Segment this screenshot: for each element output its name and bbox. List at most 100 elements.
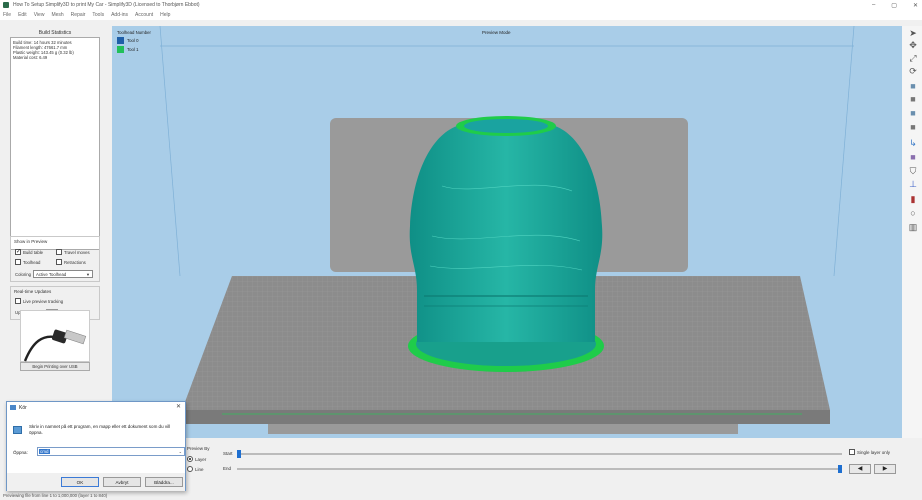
window-title: How To Setup Simplify3D to print My Car …: [13, 2, 200, 8]
scale-icon[interactable]: ⤢: [908, 53, 918, 63]
next-layer-button[interactable]: ▶: [874, 464, 896, 474]
chevron-down-icon: ▼: [86, 272, 91, 277]
bed-front-edge: [182, 410, 830, 424]
run-dialog-description: Skriv in namnet på ett program, en mapp …: [29, 424, 171, 435]
cube-icon[interactable]: ■: [908, 152, 918, 162]
preview-mode-label: Preview Mode: [482, 30, 511, 35]
toolhead-checkbox[interactable]: [15, 259, 21, 265]
end-slider-thumb[interactable]: [838, 465, 842, 473]
preview-by-title: Preview By: [187, 446, 210, 451]
retractions-checkbox[interactable]: [56, 259, 62, 265]
build-table-option[interactable]: Build table: [15, 248, 43, 255]
retractions-label: Retractions: [64, 259, 86, 265]
cursor-icon[interactable]: ➤: [908, 28, 918, 38]
build-table-checkbox[interactable]: [15, 248, 21, 255]
coloring-select[interactable]: Active Toolhead ▼: [33, 270, 94, 278]
build-statistics-title: Build Statistics: [38, 30, 72, 36]
layer-radio[interactable]: [187, 456, 193, 462]
title-bar: How To Setup Simplify3D to print My Car …: [0, 0, 922, 10]
coloring-label: Coloring: [15, 271, 32, 277]
legend-swatch: [117, 46, 124, 53]
build-statistics-box: Build time: 14 hours 32 minutes Filament…: [10, 37, 100, 250]
live-preview-option[interactable]: Live preview tracking: [15, 298, 63, 304]
scene: [159, 26, 855, 434]
move-icon[interactable]: ✥: [908, 40, 918, 50]
legend-item-tool-1: Tool 1: [117, 46, 151, 53]
legend-label: Tool 1: [127, 47, 139, 52]
usb-cable-image: [20, 310, 90, 362]
menu-account[interactable]: Account: [135, 12, 153, 18]
close-icon[interactable]: ✕: [176, 403, 181, 410]
end-slider-track[interactable]: [237, 468, 842, 470]
start-slider-track[interactable]: [237, 453, 842, 455]
single-layer-option[interactable]: Single layer only: [849, 449, 890, 455]
circle-icon[interactable]: ○: [908, 208, 918, 218]
view-iso-icon[interactable]: ■: [908, 122, 918, 132]
browse-button[interactable]: Bläddra...: [145, 477, 183, 487]
legend-swatch: [117, 37, 124, 44]
menu-view[interactable]: View: [34, 12, 45, 18]
legend-item-tool-0: Tool 0: [117, 37, 151, 44]
printed-object: [408, 116, 604, 372]
chevron-down-icon[interactable]: ⌄: [179, 449, 182, 454]
live-preview-checkbox[interactable]: [15, 298, 21, 304]
rotate-icon[interactable]: ⟳: [908, 66, 918, 76]
menu-repair[interactable]: Repair: [71, 12, 86, 18]
open-input-value: cmd: [39, 449, 50, 454]
run-dialog: Kör ✕ Skriv in namnet på ett program, en…: [6, 401, 186, 491]
coloring-row: Coloring Active Toolhead ▼: [15, 270, 94, 278]
live-preview-label: Live preview tracking: [23, 298, 64, 304]
view-side-icon[interactable]: ■: [908, 108, 918, 118]
line-radio[interactable]: [187, 466, 193, 472]
support-icon[interactable]: ⛉: [908, 166, 918, 176]
cancel-button[interactable]: Avbryt: [103, 477, 141, 487]
view-top-icon[interactable]: ■: [908, 94, 918, 104]
travel-moves-checkbox[interactable]: [56, 249, 62, 255]
toolhead-option[interactable]: Toolhead: [15, 259, 40, 265]
stat-material-cost: Material cost: 6.49: [13, 55, 48, 60]
coloring-value: Active Toolhead: [36, 271, 67, 277]
menu-help[interactable]: Help: [160, 12, 170, 18]
menu-mesh[interactable]: Mesh: [51, 12, 63, 18]
menu-bar: File Edit View Mesh Repair Tools Add-ins…: [0, 10, 922, 20]
tower-icon[interactable]: ▥: [908, 222, 918, 232]
previous-layer-button[interactable]: ◀: [849, 464, 871, 474]
open-label: Öppna:: [13, 450, 28, 455]
minimize-button[interactable]: –: [872, 2, 875, 8]
travel-moves-label: Travel moves: [64, 249, 90, 255]
ok-button[interactable]: OK: [61, 477, 99, 487]
menu-tools[interactable]: Tools: [92, 12, 104, 18]
line-label: Line: [195, 466, 204, 472]
realtime-updates-title: Real-time Updates: [14, 289, 52, 294]
axis-icon[interactable]: ↳: [908, 138, 918, 148]
3d-viewport[interactable]: Preview Mode Toolhead Number Tool 0 Tool…: [112, 26, 902, 438]
maximize-button[interactable]: ▢: [891, 2, 897, 9]
retractions-option[interactable]: Retractions: [56, 259, 86, 265]
status-bar: Previewing file from line 1 to 1,000,000…: [0, 492, 922, 500]
run-dialog-button-bar: OK Avbryt Bläddra...: [7, 473, 185, 491]
preview-by-layer-option[interactable]: Layer: [187, 456, 206, 462]
menu-edit[interactable]: Edit: [18, 12, 27, 18]
run-program-icon: [13, 426, 22, 434]
anchor-icon[interactable]: ⊥: [908, 179, 918, 189]
menu-file[interactable]: File: [3, 12, 11, 18]
travel-moves-option[interactable]: Travel moves: [56, 249, 90, 255]
show-in-preview-title: Show in Preview: [14, 239, 48, 244]
start-label: Start: [223, 451, 233, 456]
open-input[interactable]: cmd ⌄: [37, 447, 185, 456]
preview-by-line-option[interactable]: Line: [187, 466, 204, 472]
close-button[interactable]: ✕: [913, 2, 918, 9]
end-label: End: [223, 466, 232, 471]
toolhead-label: Toolhead: [23, 259, 41, 265]
view-front-icon[interactable]: ■: [908, 81, 918, 91]
run-dialog-title: Kör: [19, 404, 27, 411]
start-slider-thumb[interactable]: [237, 450, 241, 458]
single-layer-checkbox[interactable]: [849, 449, 855, 455]
cross-section-icon[interactable]: ▮: [908, 194, 918, 204]
layer-label: Layer: [195, 456, 207, 462]
legend-label: Tool 0: [127, 38, 139, 43]
begin-printing-usb-button[interactable]: Begin Printing over USB: [20, 362, 90, 371]
menu-add-ins[interactable]: Add-ins: [111, 12, 128, 18]
right-toolbar: ➤ ✥ ⤢ ⟳ ■ ■ ■ ■ ↳ ■ ⛉ ⊥ ▮ ○ ▥: [902, 26, 922, 438]
legend-title: Toolhead Number: [117, 30, 151, 35]
